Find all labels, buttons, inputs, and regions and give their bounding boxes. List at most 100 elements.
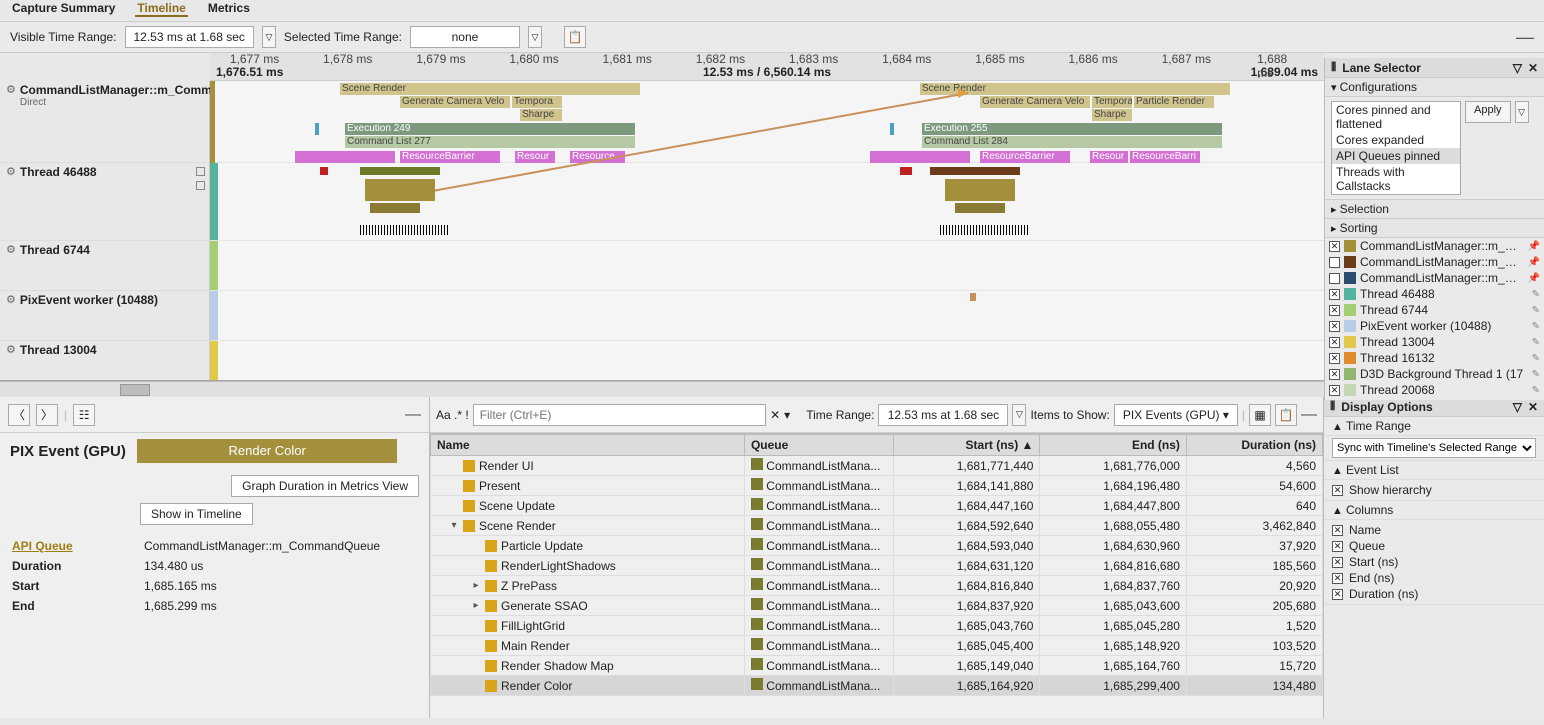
bar-resource-barrier[interactable]: ResourceBarrier [400,151,500,163]
config-list[interactable]: Cores pinned and flattenedCores expanded… [1331,101,1461,195]
timerange-input[interactable]: 12.53 ms at 1.68 sec [878,404,1008,426]
items-to-show-select[interactable]: PIX Events (GPU) ▾ [1114,404,1238,426]
tree-icon[interactable]: ☷ [73,404,95,426]
lane-list-row[interactable]: CommandListManager::m_Cor 📌 [1325,270,1544,286]
bar-command-list[interactable]: Command List 284 [922,136,1222,148]
bar-generate-camera[interactable]: Generate Camera Velo [400,96,510,108]
visible-range-input[interactable]: 12.53 ms at 1.68 sec [125,26,254,48]
bar-execution[interactable]: Execution 255 [922,123,1222,135]
section-columns[interactable]: Columns [1346,503,1393,517]
activity-bar[interactable] [955,203,1005,213]
pin-icon[interactable]: ✎ [1532,337,1540,348]
filter-input[interactable] [473,404,766,426]
activity-bar[interactable] [370,203,420,213]
gear-icon[interactable]: ⚙ [6,243,16,256]
selected-range-dropdown[interactable]: ▽ [528,26,542,48]
lane-checkbox[interactable] [196,167,205,176]
section-selection[interactable]: ▸ Selection [1325,200,1544,219]
activity-bar[interactable] [930,167,1020,175]
pin-icon[interactable]: ✎ [1532,385,1540,396]
activity-bar[interactable] [970,293,976,301]
lane-list-row[interactable]: CommandListManager::m_Cor 📌 [1325,254,1544,270]
filter-mode-label[interactable]: Aa .* ! [436,408,469,422]
back-button[interactable]: 〈 [8,404,30,426]
close-icon[interactable]: ✕ [1528,400,1538,414]
column-checkbox[interactable] [1332,589,1343,600]
scrollbar-thumb[interactable] [120,384,150,396]
expand-icon[interactable]: ▸ [471,580,481,591]
lane-checkbox[interactable] [1329,321,1340,332]
pin-icon[interactable]: ✎ [1532,305,1540,316]
forward-button[interactable]: 〉 [36,404,58,426]
bar-sharpen[interactable]: Sharpe [1092,109,1132,121]
show-in-timeline-button[interactable]: Show in Timeline [140,503,253,525]
bar-resource-barrier[interactable] [870,151,970,163]
api-queue-link[interactable]: API Queue [12,539,73,553]
pin-icon[interactable]: 📌 [1528,241,1540,252]
col-end[interactable]: End (ns) [1040,435,1187,456]
lane-label-thread-46488[interactable]: ⚙ Thread 46488 [0,163,209,241]
table-row[interactable]: ▸ Z PrePass CommandListMana... 1,684,816… [431,576,1323,596]
table-row[interactable]: Main Render CommandListMana... 1,685,045… [431,636,1323,656]
gear-icon[interactable]: ⚙ [6,293,16,306]
lane-list-row[interactable]: Thread 6744 ✎ [1325,302,1544,318]
lane-checkbox[interactable] [1329,305,1340,316]
column-checkbox[interactable] [1332,525,1343,536]
tab-metrics[interactable]: Metrics [206,1,252,17]
lane-list-row[interactable]: Thread 20196 ✎ [1325,398,1544,400]
layout-icon[interactable]: ▦ [1249,404,1271,426]
table-row[interactable]: Present CommandListMana... 1,684,141,880… [431,476,1323,496]
minimize-icon[interactable]: — [405,406,421,424]
timeline-h-scrollbar[interactable] [0,381,1544,397]
lane-checkbox[interactable] [1329,257,1340,268]
table-row[interactable]: ▾ Scene Render CommandListMana... 1,684,… [431,516,1323,536]
section-event-list[interactable]: Event List [1346,463,1399,477]
bar-generate-camera[interactable]: Generate Camera Velo [980,96,1090,108]
dropdown-icon[interactable]: ▽ [1513,61,1522,75]
bar-particle-render[interactable]: Particle Render [1134,96,1214,108]
pin-icon[interactable]: ✎ [1532,353,1540,364]
lane-checkbox[interactable] [1329,337,1340,348]
bar-resource-barrier[interactable]: Resour [1090,151,1128,163]
section-time-range[interactable]: Time Range [1346,419,1411,433]
col-name[interactable]: Name [431,435,745,456]
lane-list-row[interactable]: Thread 46488 ✎ [1325,286,1544,302]
tab-capture-summary[interactable]: Capture Summary [10,1,117,17]
pin-icon[interactable]: ✎ [1532,289,1540,300]
col-duration[interactable]: Duration (ns) [1186,435,1322,456]
pin-icon[interactable]: ✎ [1532,369,1540,380]
config-item[interactable]: Cores pinned and flattened [1332,102,1460,132]
tab-timeline[interactable]: Timeline [135,1,187,17]
lane-checkbox[interactable] [1329,273,1340,284]
table-row[interactable]: Particle Update CommandListMana... 1,684… [431,536,1323,556]
bar-resource-barrier[interactable] [295,151,395,163]
expand-icon[interactable]: ▾ [449,520,459,531]
pin-icon[interactable]: 📌 [1528,257,1540,268]
table-row[interactable]: Render Color CommandListMana... 1,685,16… [431,676,1323,696]
minimize-icon[interactable]: — [1301,406,1317,424]
bar-scene-render[interactable]: Scene Render [920,83,1230,95]
config-item[interactable]: Cores expanded [1332,132,1460,148]
selected-range-input[interactable]: none [410,26,520,48]
bar-resource-barrier[interactable]: ResourceBarri [1130,151,1200,163]
column-checkbox[interactable] [1332,557,1343,568]
bar-scene-render[interactable]: Scene Render [340,83,640,95]
lane-checkbox[interactable] [1329,353,1340,364]
table-row[interactable]: Render Shadow Map CommandListMana... 1,6… [431,656,1323,676]
lane-list-row[interactable]: PixEvent worker (10488) ✎ [1325,318,1544,334]
bar-temporal[interactable]: Tempora [1092,96,1132,108]
activity-bar[interactable] [945,179,1015,201]
dropdown-icon[interactable]: ▽ [1513,400,1522,414]
bar-sharpen[interactable]: Sharpe [520,109,562,121]
table-row[interactable]: FillLightGrid CommandListMana... 1,685,0… [431,616,1323,636]
clear-filter-icon[interactable]: ✕ [770,408,780,422]
timerange-sync-select[interactable]: Sync with Timeline's Selected Range [1332,438,1536,458]
lane-checkbox[interactable] [1329,385,1340,396]
table-row[interactable]: ▸ Generate SSAO CommandListMana... 1,684… [431,596,1323,616]
bar-command-list[interactable]: Command List 277 [345,136,635,148]
graph-duration-button[interactable]: Graph Duration in Metrics View [231,475,419,497]
lane-list-row[interactable]: D3D Background Thread 1 (17 ✎ [1325,366,1544,382]
lane-checkbox[interactable] [1329,369,1340,380]
config-item[interactable]: Threads with Callstacks [1332,164,1460,194]
expand-icon[interactable]: ▸ [471,600,481,611]
